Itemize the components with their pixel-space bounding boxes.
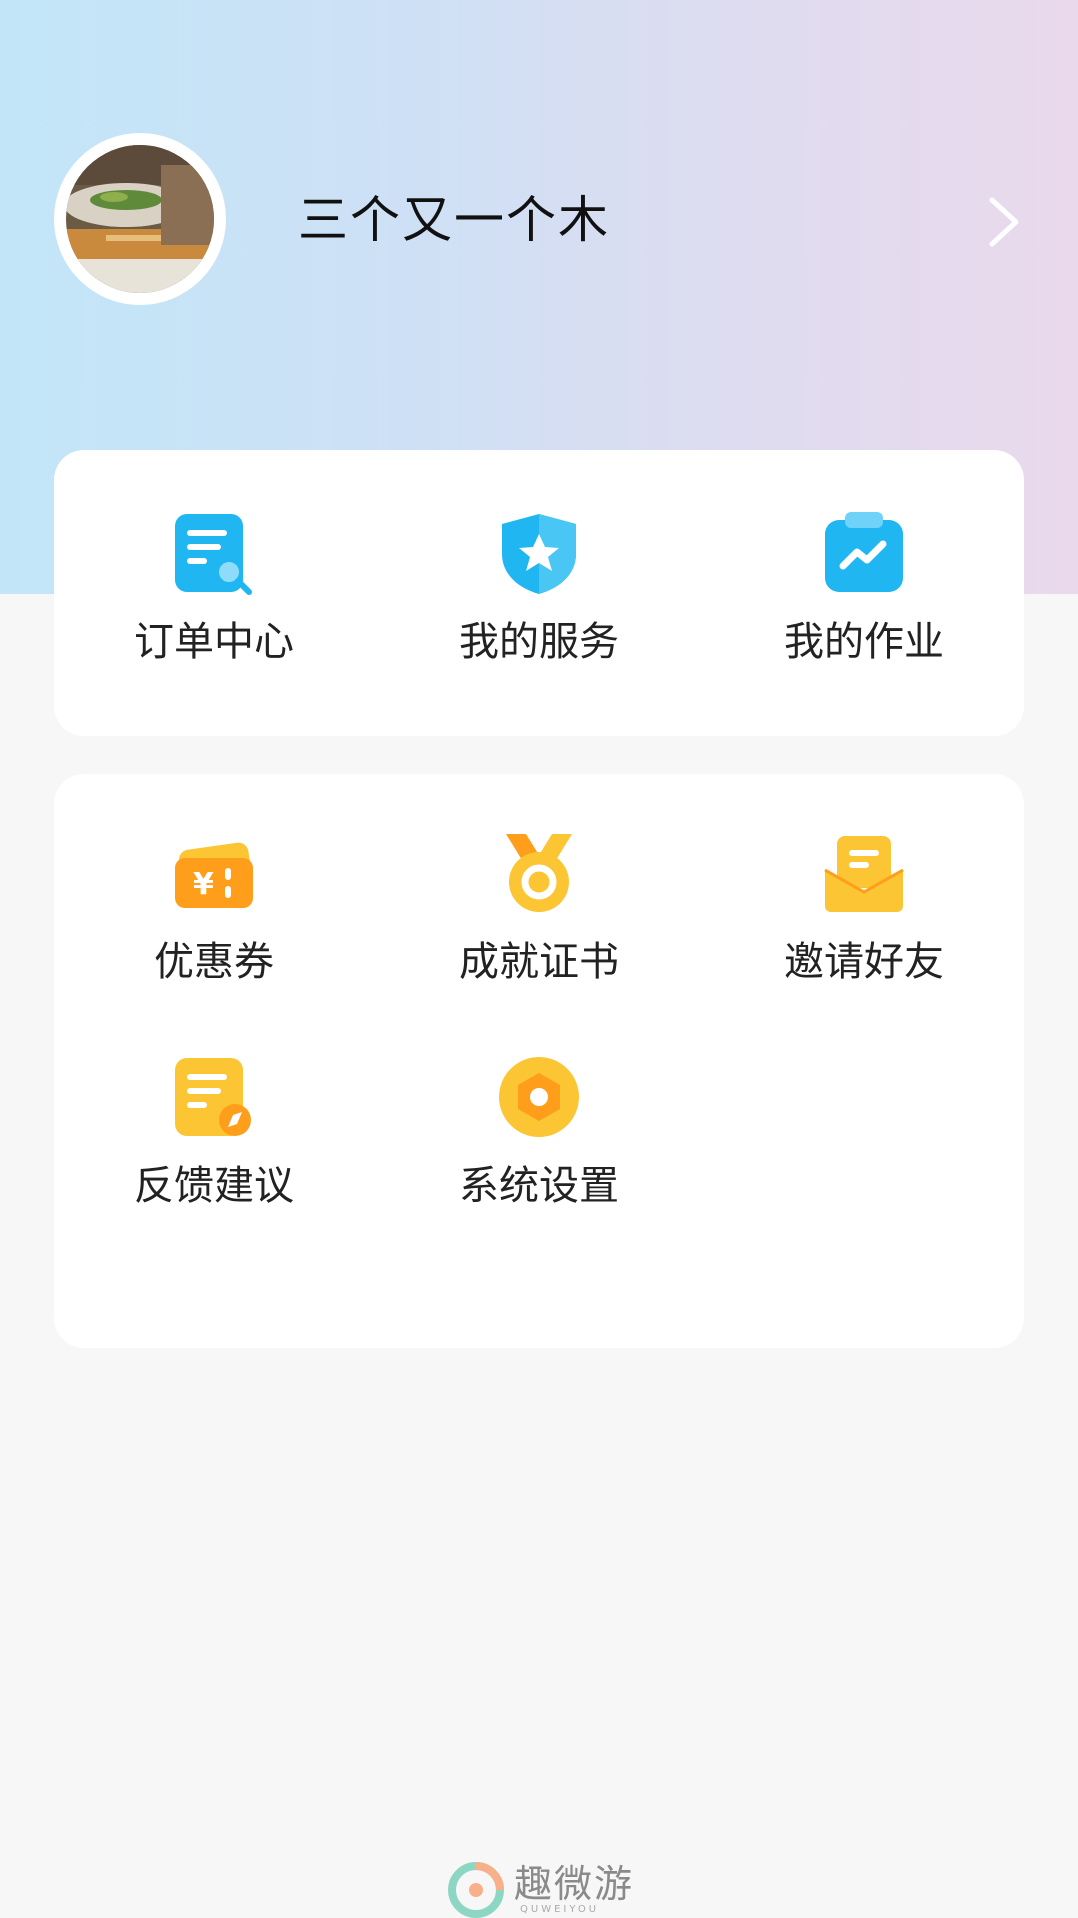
my-homework-button[interactable]: 我的作业	[754, 510, 974, 666]
my-services-label: 我的服务	[459, 619, 619, 665]
watermark-logo-icon	[448, 1862, 504, 1918]
watermark-text: 趣微游	[514, 1862, 635, 1906]
shield-star-icon	[502, 514, 576, 594]
services-card: 订单中心 我的服务 我的作业	[54, 450, 1024, 736]
coupon-yen-icon: ¥	[175, 842, 253, 908]
achievement-certificate-label: 成就证书	[459, 939, 619, 985]
order-center-button[interactable]: 订单中心	[104, 510, 324, 666]
chevron-right-icon[interactable]	[984, 194, 1024, 250]
clipboard-chart-icon	[825, 512, 903, 592]
system-settings-label: 系统设置	[459, 1163, 619, 1209]
invite-friends-label: 邀请好友	[784, 939, 944, 985]
feedback-button[interactable]: 反馈建议	[104, 1054, 324, 1210]
settings-hex-icon	[499, 1057, 579, 1137]
medal-icon	[506, 834, 572, 912]
watermark-subtext: QUWEIYOU	[520, 1904, 600, 1915]
username[interactable]: 三个又一个木	[298, 190, 610, 250]
feedback-document-icon	[175, 1058, 251, 1136]
order-center-label: 订单中心	[134, 619, 294, 665]
feedback-label: 反馈建议	[134, 1163, 294, 1209]
avatar-photo	[66, 145, 214, 293]
coupon-button[interactable]: ¥ 优惠券	[104, 830, 324, 986]
system-settings-button[interactable]: 系统设置	[429, 1054, 649, 1210]
envelope-icon	[824, 836, 904, 912]
coupon-label: 优惠券	[154, 939, 274, 985]
tools-card: ¥ 优惠券 成就证书 邀请好友 反馈建议 系统设置	[54, 774, 1024, 1348]
my-services-button[interactable]: 我的服务	[429, 510, 649, 666]
order-search-icon	[175, 514, 252, 595]
my-homework-label: 我的作业	[784, 619, 944, 665]
svg-text:¥: ¥	[193, 867, 214, 902]
avatar[interactable]	[54, 133, 226, 305]
invite-friends-button[interactable]: 邀请好友	[754, 830, 974, 986]
achievement-certificate-button[interactable]: 成就证书	[429, 830, 649, 986]
